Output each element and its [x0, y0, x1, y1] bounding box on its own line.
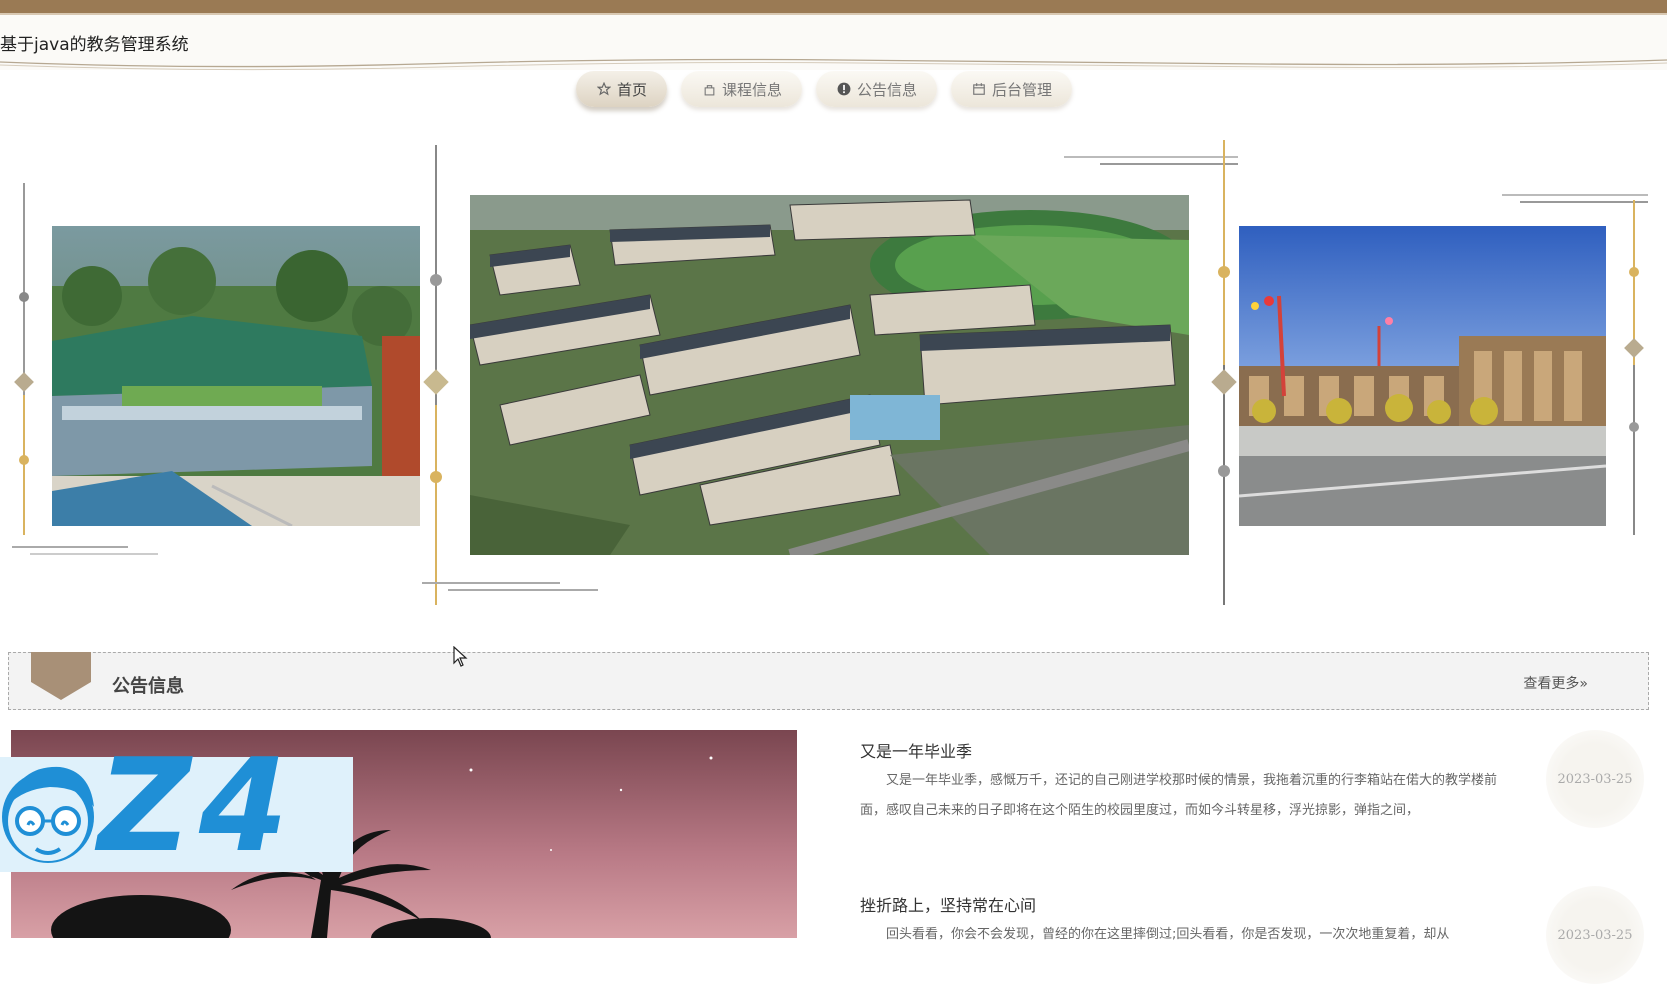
section-title: 公告信息: [112, 676, 184, 697]
carousel-slide-next[interactable]: [1239, 226, 1606, 526]
carousel-slide-active[interactable]: [470, 195, 1189, 555]
info-icon: [836, 81, 852, 97]
notice-summary: 又是一年毕业季，感慨万千，还记的自己刚进学校那时候的情景，我拖着沉重的行李箱站在…: [860, 773, 1498, 818]
notice-date: 2023-03-25: [1557, 771, 1633, 787]
notice-date: 2023-03-25: [1557, 927, 1633, 943]
top-border: [0, 0, 1667, 15]
notice-section-header: 公告信息 查看更多»: [8, 652, 1649, 710]
nav-item-notices[interactable]: 公告信息: [816, 71, 938, 107]
bag-icon: [701, 81, 717, 97]
campus-building-image: [52, 226, 420, 526]
view-more-link[interactable]: 查看更多»: [1523, 673, 1588, 693]
campus-aerial-image: [470, 195, 1189, 555]
carousel-slide-prev[interactable]: [52, 226, 420, 526]
notice-date-badge: 2023-03-25: [1546, 886, 1644, 984]
notice-item[interactable]: 又是一年毕业季 又是一年毕业季，感慨万千，还记的自己刚进学校那时候的情景，我拖着…: [860, 738, 1520, 828]
nav-label: 后台管理: [992, 80, 1053, 99]
main-nav: 首页 课程信息 公告信息 后台管理: [576, 71, 1073, 111]
notice-title[interactable]: 挫折路上，坚持常在心间: [860, 892, 1520, 916]
section-badge-icon: [31, 652, 91, 700]
calendar-icon: [971, 81, 987, 97]
nav-item-courses[interactable]: 课程信息: [681, 71, 803, 107]
banner-carousel: [0, 135, 1667, 615]
site-title: 基于java的教务管理系统: [0, 35, 189, 55]
notice-summary: 回头看看，你会不会发现，曾经的你在这里摔倒过;回头看看，你是否发现，一次次地重复…: [886, 927, 1450, 942]
star-icon: [596, 81, 612, 97]
campus-street-image: [1239, 226, 1606, 526]
nav-label: 首页: [617, 80, 648, 99]
watermark-badge: Z4: [0, 743, 353, 872]
nav-item-admin[interactable]: 后台管理: [951, 71, 1073, 107]
watermark-text: Z4: [98, 732, 296, 881]
notice-item[interactable]: 挫折路上，坚持常在心间 回头看看，你会不会发现，曾经的你在这里摔倒过;回头看看，…: [860, 892, 1520, 958]
nav-label: 课程信息: [722, 80, 783, 99]
notice-title[interactable]: 又是一年毕业季: [860, 738, 1520, 762]
notice-date-badge: 2023-03-25: [1546, 730, 1644, 828]
nav-item-home[interactable]: 首页: [576, 71, 668, 107]
mouse-cursor-icon: [453, 646, 468, 667]
nav-label: 公告信息: [857, 80, 918, 99]
